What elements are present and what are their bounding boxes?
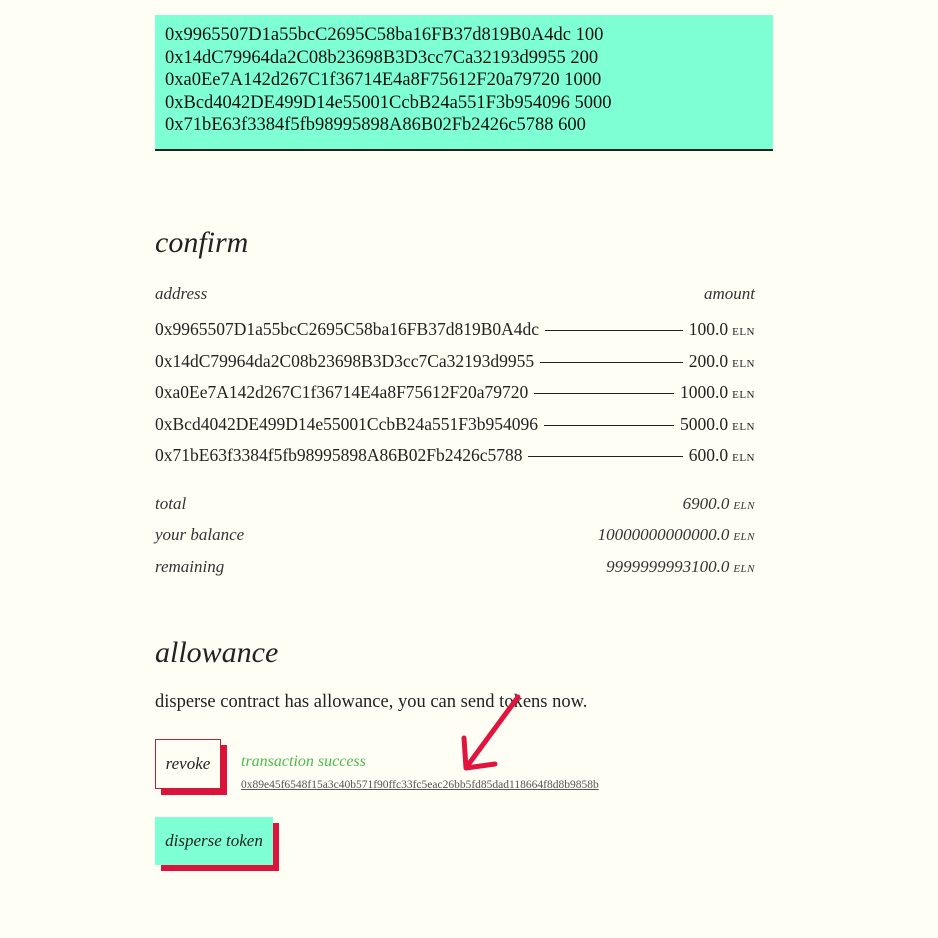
leader-line — [544, 424, 674, 426]
transaction-hash-link[interactable]: 0x89e45f6548f15a3c40b571f90ffc33fc5eac26… — [241, 779, 599, 791]
unit-label: ELN — [732, 449, 755, 466]
recipient-amount: 1000.0 ELN — [679, 382, 755, 403]
list-item: 0xBcd4042DE499D14e55001CcbB24a551F3b9540… — [155, 409, 755, 441]
leader-line — [540, 361, 683, 363]
page: 0x9965507D1a55bcC2695C58ba16FB37d819B0A4… — [0, 0, 938, 938]
recipient-amount: 200.0 ELN — [688, 350, 755, 371]
unit-label: ELN — [732, 354, 755, 371]
balance-label: your balance — [155, 525, 245, 545]
leader-line — [528, 456, 683, 458]
remaining-label: remaining — [155, 556, 225, 576]
total-value: 6900.0 ELN — [682, 493, 755, 513]
recipient-address: 0x14dC79964da2C08b23698B3D3cc7Ca32193d99… — [155, 350, 535, 371]
disperse-token-button[interactable]: disperse token — [155, 817, 273, 865]
remaining-row: remaining 9999999993100.0 ELN — [155, 551, 755, 583]
amount-column-label: amount — [704, 284, 755, 303]
recipient-address: 0x9965507D1a55bcC2695C58ba16FB37d819B0A4… — [155, 319, 540, 340]
confirm-list: 0x9965507D1a55bcC2695C58ba16FB37d819B0A4… — [155, 314, 755, 472]
confirm-summary: total 6900.0 ELN your balance 10000000000… — [155, 488, 755, 583]
transaction-status: transaction success — [241, 753, 366, 770]
confirm-heading: confirm — [155, 226, 249, 259]
unit-label: ELN — [732, 386, 755, 403]
list-item: 0x14dC79964da2C08b23698B3D3cc7Ca32193d99… — [155, 346, 755, 378]
leader-line — [534, 393, 674, 395]
leader-line — [545, 330, 683, 332]
list-item: 0x71bE63f3384f5fb98995898A86B02Fb2426c57… — [155, 440, 755, 472]
unit-label: ELN — [732, 417, 755, 434]
recipient-address: 0xa0Ee7A142d267C1f36714E4a8F75612F20a797… — [155, 382, 529, 403]
recipient-amount: 5000.0 ELN — [679, 413, 755, 434]
recipients-input[interactable]: 0x9965507D1a55bcC2695C58ba16FB37d819B0A4… — [155, 15, 773, 151]
recipient-amount: 600.0 ELN — [688, 445, 755, 466]
recipient-address: 0xBcd4042DE499D14e55001CcbB24a551F3b9540… — [155, 413, 539, 434]
balance-value: 10000000000000.0 ELN — [597, 525, 755, 545]
total-row: total 6900.0 ELN — [155, 488, 755, 520]
balance-row: your balance 10000000000000.0 ELN — [155, 520, 755, 552]
confirm-list-header: address amount — [155, 284, 755, 306]
list-item: 0xa0Ee7A142d267C1f36714E4a8F75612F20a797… — [155, 377, 755, 409]
unit-label: ELN — [732, 323, 755, 340]
revoke-button[interactable]: revoke — [155, 739, 221, 789]
address-column-label: address — [155, 284, 208, 303]
recipient-amount: 100.0 ELN — [688, 319, 755, 340]
arrow-icon — [461, 694, 521, 771]
list-item: 0x9965507D1a55bcC2695C58ba16FB37d819B0A4… — [155, 314, 755, 346]
recipient-address: 0x71bE63f3384f5fb98995898A86B02Fb2426c57… — [155, 445, 523, 466]
remaining-value: 9999999993100.0 ELN — [606, 556, 755, 576]
allowance-heading: allowance — [155, 636, 279, 669]
total-label: total — [155, 493, 187, 513]
